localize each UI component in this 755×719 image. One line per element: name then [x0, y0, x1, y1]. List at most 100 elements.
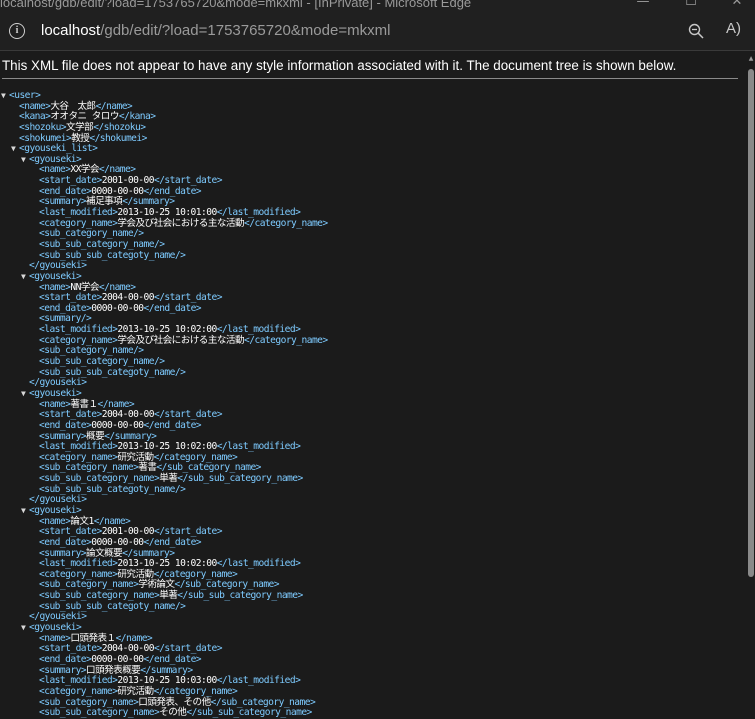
- collapse-toggle-icon[interactable]: ▼: [21, 389, 26, 400]
- xml-tag: <gyouseki>: [29, 270, 82, 282]
- xml-text: 0000-00-00: [91, 419, 144, 431]
- xml-tag: <last_modified>: [39, 324, 118, 336]
- xml-text: 学会及び社会における主な活動: [117, 334, 245, 346]
- collapse-toggle-icon[interactable]: ▼: [1, 91, 6, 102]
- collapse-toggle-icon[interactable]: ▼: [21, 623, 26, 634]
- xml-text: 口頭発表１: [70, 632, 116, 644]
- xml-tag: <name>: [39, 515, 71, 527]
- xml-text: 2013-10-25 10:02:00: [117, 441, 217, 453]
- xml-tag: </start_date>: [153, 643, 222, 655]
- xml-tag: </end_date>: [143, 653, 202, 665]
- xml-tag: <gyouseki_list>: [19, 143, 98, 155]
- xml-line-content: <sub_sub_category_name>その他</sub_sub_cate…: [39, 707, 312, 719]
- read-aloud-icon[interactable]: A): [726, 20, 741, 37]
- xml-text: 補足事項: [86, 196, 123, 208]
- url-host: localhost: [41, 22, 101, 39]
- xml-text: 単著: [159, 473, 178, 485]
- xml-text: 2004-00-00: [101, 292, 155, 304]
- xml-text: 学術論文: [138, 579, 175, 591]
- xml-tag: </sub_category_name>: [210, 696, 316, 708]
- xml-tag: <summary>: [39, 547, 87, 559]
- window-title-bar: localhost/gdb/edit/?load=1753765720&mode…: [0, 0, 755, 14]
- collapse-toggle-icon[interactable]: ▼: [21, 155, 26, 166]
- xml-tag: <sub_sub_sub_categoty_name/>: [39, 249, 186, 261]
- xml-tag: <category_name>: [39, 685, 118, 697]
- xml-text: 口頭発表概要: [86, 664, 141, 676]
- xml-tag: <start_date>: [39, 643, 102, 655]
- xml-tag: </shokumei>: [89, 132, 147, 144]
- xml-text: 文学部: [66, 121, 94, 133]
- address-url[interactable]: localhost/gdb/edit/?load=1753765720&mode…: [41, 22, 390, 39]
- xml-tag: </last_modified>: [216, 441, 301, 453]
- xml-line: </gyouseki>: [0, 612, 745, 623]
- xml-tag: </gyouseki>: [29, 260, 87, 272]
- xml-text: 0000-00-00: [91, 302, 144, 314]
- scroll-up-icon[interactable]: ▲: [747, 55, 755, 62]
- xml-text: 論文概要: [86, 547, 123, 559]
- xml-tree: ▼ <user> <name>大谷 太郎</name> <kana>オオタニ タロウ<…: [0, 90, 745, 719]
- xml-text: 2013-10-25 10:02:00: [117, 324, 217, 336]
- xml-line: <end_date>0000-00-00</end_date>: [0, 302, 745, 315]
- xml-tag: </name>: [98, 281, 136, 293]
- xml-tag: </last_modified>: [216, 207, 301, 219]
- xml-line: <sub_sub_sub_categoty_name/>: [0, 249, 745, 262]
- minimize-icon[interactable]: —: [620, 0, 666, 12]
- xml-tag: </start_date>: [153, 409, 222, 421]
- content-divider: [0, 50, 755, 51]
- xml-text: 2013-10-25 10:03:00: [117, 675, 217, 687]
- xml-text: 口頭発表、その他: [138, 696, 211, 708]
- xml-tag: </last_modified>: [216, 675, 301, 687]
- xml-tag: <name>: [39, 281, 71, 293]
- xml-tag: </summary>: [140, 664, 193, 676]
- xml-text: 研究活動: [117, 685, 154, 697]
- collapse-toggle-icon[interactable]: ▼: [11, 144, 16, 155]
- close-icon[interactable]: ✕: [714, 0, 755, 12]
- xml-tag: </last_modified>: [216, 558, 301, 570]
- xml-line: <sub_sub_category_name>その他</sub_sub_cate…: [0, 707, 745, 719]
- xml-tag: <end_date>: [39, 536, 92, 548]
- xml-tag: <name>: [39, 164, 71, 176]
- xml-tag: </category_name>: [244, 217, 328, 229]
- xml-text: 大谷 太郎: [50, 100, 96, 112]
- zoom-out-icon[interactable]: [688, 23, 704, 39]
- xml-tag: <summary>: [39, 430, 87, 442]
- maximize-icon[interactable]: ☐: [668, 0, 714, 12]
- xml-text: NN学会: [70, 281, 99, 293]
- xml-tag: <name>: [39, 632, 71, 644]
- scrollbar-thumb[interactable]: [748, 69, 754, 577]
- xml-tag: </last_modified>: [216, 324, 301, 336]
- xml-tag: <last_modified>: [39, 207, 118, 219]
- xml-tag: <category_name>: [39, 334, 118, 346]
- xml-tag: </end_date>: [143, 419, 202, 431]
- xml-text: 概要: [86, 430, 105, 442]
- xml-tag: <user>: [9, 90, 41, 101]
- xml-text: XX学会: [70, 164, 99, 176]
- xml-text: 学会及び社会における主な活動: [117, 217, 245, 229]
- xml-tag: <start_date>: [39, 175, 102, 187]
- xml-tag: </start_date>: [153, 526, 222, 538]
- xml-line: <sub_sub_sub_categoty_name/>: [0, 367, 745, 379]
- xml-tag: </end_date>: [143, 302, 202, 314]
- xml-tag: <sub_category_name/>: [39, 228, 144, 240]
- xml-tag: </gyouseki>: [29, 611, 87, 623]
- xml-line: </gyouseki>: [0, 260, 745, 272]
- collapse-toggle-icon[interactable]: ▼: [21, 506, 26, 517]
- xml-tag: </end_date>: [143, 536, 202, 548]
- info-icon[interactable]: i: [9, 23, 25, 39]
- collapse-toggle-icon[interactable]: ▼: [21, 272, 26, 283]
- xml-text: 2001-00-00: [101, 526, 155, 538]
- xml-tag: <sub_category_name>: [39, 696, 139, 708]
- xml-tag: <start_date>: [39, 292, 102, 304]
- xml-tag: <sub_sub_category_name>: [39, 590, 160, 602]
- xml-line: <sub_sub_sub_categoty_name/>: [0, 601, 745, 613]
- xml-text: 2004-00-00: [101, 409, 155, 421]
- xml-text: 教授: [71, 132, 90, 144]
- xml-line: <shokumei>教授</shokumei>: [0, 132, 745, 145]
- xml-tag: <last_modified>: [39, 675, 118, 687]
- vertical-scrollbar[interactable]: ▲: [747, 51, 755, 712]
- xml-tag: </start_date>: [153, 175, 222, 187]
- xml-text: 0000-00-00: [91, 536, 144, 548]
- xml-tag: </sub_sub_category_name>: [177, 473, 303, 485]
- xml-tag: </name>: [93, 515, 131, 527]
- xml-tag: <sub_sub_category_name/>: [39, 356, 165, 368]
